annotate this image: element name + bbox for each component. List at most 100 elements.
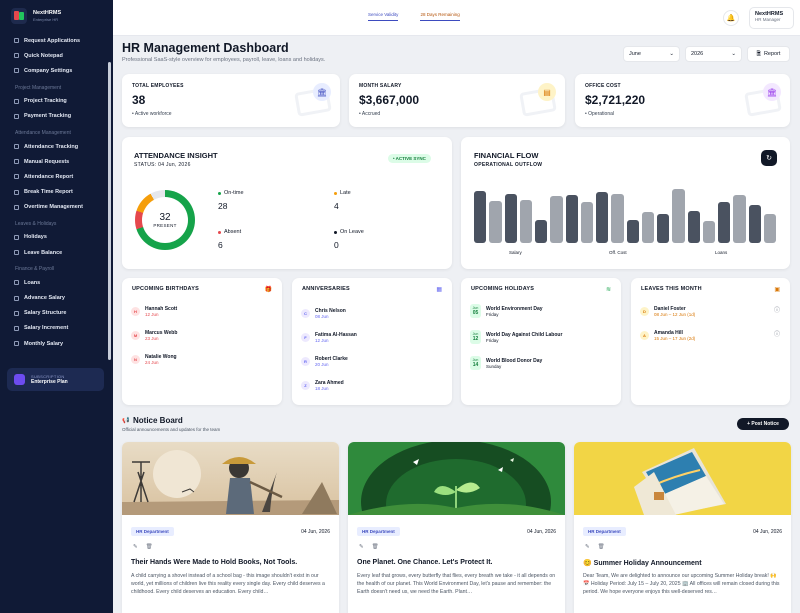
- notice-card[interactable]: HR Department 04 Jun, 2026 ✎ 🗑 Their Hand…: [122, 442, 339, 613]
- info-icon[interactable]: ⓘ: [774, 329, 780, 338]
- card-title: LEAVES THIS MONTH: [641, 286, 702, 292]
- kpi-label: TOTAL EMPLOYEES: [132, 83, 184, 89]
- stat-value: 6: [218, 240, 223, 250]
- list-item[interactable]: F Fatima Al-Hassan 12 Jun: [301, 326, 441, 348]
- sidebar-item-quick-notepad[interactable]: Quick Notepad: [0, 48, 108, 63]
- chart-bar: [474, 190, 487, 243]
- list-item[interactable]: Jun 12 World Day Against Child Labour Frida…: [470, 326, 610, 348]
- edit-icon[interactable]: ✎: [133, 544, 138, 550]
- holiday-name: World Blood Donor Day: [486, 357, 543, 364]
- chart-bar: [626, 219, 639, 243]
- notice-card[interactable]: HR Department 04 Jun, 2026 ✎ 🗑 😊 Summer H…: [574, 442, 791, 613]
- edit-icon[interactable]: ✎: [359, 544, 364, 550]
- notice-card[interactable]: HR Department 04 Jun, 2026 ✎ 🗑 One Planet…: [348, 442, 565, 613]
- list-item[interactable]: Z Zara Ahmed 18 Jun: [301, 374, 441, 396]
- list-item[interactable]: A Amanda Hill 15 Jun – 17 Jun (2d) ⓘ: [640, 324, 780, 346]
- list-item[interactable]: Jun 05 World Environment Day Friday: [470, 300, 610, 322]
- sidebar-item-salary-structure[interactable]: Salary Structure: [0, 306, 108, 321]
- chart-bar: [748, 205, 761, 243]
- list-item-name: Chris Nelson: [315, 307, 346, 314]
- report-label: Report: [763, 51, 781, 57]
- info-icon[interactable]: ⓘ: [774, 305, 780, 314]
- list-item[interactable]: M Marcus Webb 23 Jun: [131, 324, 271, 346]
- chart-subtitle: OPERATIONAL OUTFLOW: [474, 162, 543, 168]
- notice-image-child-labour: [122, 442, 339, 515]
- tab-days-remaining[interactable]: 28 Days Remaining: [420, 12, 460, 21]
- list-item[interactable]: D Daniel Foster 08 Jun – 12 Jun (1d) ⓘ: [640, 300, 780, 322]
- sidebar-item-label: Salary Structure: [24, 310, 67, 317]
- sidebar-item-attendance-tracking[interactable]: Attendance Tracking: [0, 139, 108, 154]
- holidays-card: UPCOMING HOLIDAYS ≋ Jun 05 World Environme…: [461, 278, 621, 405]
- list-item-text: Amanda Hill 15 Jun – 17 Jun (2d): [654, 330, 695, 341]
- user-role: HR Manager: [755, 17, 781, 22]
- plan-icon: [14, 374, 25, 385]
- sidebar-item-holidays[interactable]: Holidays: [0, 230, 108, 245]
- list-item[interactable]: R Robert Clarke 20 Jun: [301, 350, 441, 372]
- tab-service-validity[interactable]: Service Validity: [368, 12, 399, 21]
- sidebar-item-company-settings[interactable]: Company Settings: [0, 63, 108, 78]
- stat-on-time: On-time 28: [218, 190, 244, 211]
- calendar-icon: ▦: [436, 287, 442, 293]
- month-select[interactable]: June ⌄: [623, 46, 680, 62]
- status-dot: [334, 230, 337, 234]
- holiday-day: 05: [472, 310, 479, 316]
- edit-icon[interactable]: ✎: [585, 544, 590, 550]
- list-item[interactable]: C Chris Nelson 08 Jun: [301, 302, 441, 324]
- list-item[interactable]: N Natalie Wong 24 Jun: [131, 348, 271, 370]
- sidebar-item-overtime-management[interactable]: Overtime Management: [0, 200, 108, 215]
- post-notice-button[interactable]: + Post Notice: [737, 418, 789, 430]
- sidebar-item-break-time-report[interactable]: Break Time Report: [0, 185, 108, 200]
- notice-body: A child carrying a shovel instead of a s…: [131, 573, 325, 596]
- refresh-icon[interactable]: ↻: [761, 150, 777, 166]
- sidebar-item-attendance-report[interactable]: Attendance Report: [0, 169, 108, 184]
- list-item-date: 20 Jun: [315, 361, 329, 367]
- list-item-name: Zara Ahmed: [315, 379, 344, 386]
- sidebar-item-leave-balance[interactable]: Leave Balance: [0, 245, 108, 260]
- list-item-date: 15 Jun – 17 Jun (2d): [654, 335, 696, 341]
- sidebar-item-loans[interactable]: Loans: [0, 275, 108, 290]
- gift-icon: 🎁: [264, 287, 272, 293]
- subscription-plan[interactable]: SUBSCRIPTION Enterprise Plan: [7, 368, 104, 391]
- sidebar-item-manual-requests[interactable]: Manual Requests: [0, 154, 108, 169]
- department-badge: HR Department: [131, 527, 174, 536]
- notice-title: 😊 Summer Holiday Announcement: [583, 560, 702, 567]
- user-menu[interactable]: NextHRMS HR Manager: [749, 7, 794, 29]
- report-button[interactable]: 🗎 Report: [747, 46, 790, 62]
- list-item[interactable]: H Hannah Scott 12 Jun: [131, 300, 271, 322]
- birthdays-card: UPCOMING BIRTHDAYS 🎁 H Hannah Scott 12 Jun…: [122, 278, 282, 405]
- sidebar-item-label: Holidays: [24, 234, 47, 241]
- present-count: 32: [159, 212, 171, 223]
- department-badge: HR Department: [583, 527, 626, 536]
- menu-item-icon: [14, 295, 19, 301]
- chart-bar: [687, 211, 700, 243]
- sidebar: NextHRMS Enterprise HR Request Applicati…: [0, 0, 113, 613]
- kpi-office-cost: OFFICE COST $2,721,220 • Operational 🏛: [575, 74, 790, 127]
- list-item-text: Natalie Wong 24 Jun: [145, 354, 177, 365]
- stat-value: 4: [334, 201, 339, 211]
- sidebar-item-salary-increment[interactable]: Salary Increment: [0, 321, 108, 336]
- sidebar-item-monthly-salary[interactable]: Monthly Salary: [0, 336, 108, 351]
- notice-illustration: [348, 442, 565, 515]
- trash-icon[interactable]: 🗑: [598, 544, 605, 550]
- menu-item-icon: [14, 113, 19, 119]
- menu-item-icon: [14, 98, 19, 104]
- list-item-text: Fatima Al-Hassan 12 Jun: [315, 332, 357, 343]
- year-select[interactable]: 2026 ⌄: [685, 46, 742, 62]
- chart-bar: [519, 199, 532, 243]
- sidebar-item-advance-salary[interactable]: Advance Salary: [0, 290, 108, 305]
- sidebar-item-payment-tracking[interactable]: Payment Tracking: [0, 109, 108, 124]
- trash-icon[interactable]: 🗑: [372, 544, 379, 550]
- sidebar-item-project-tracking[interactable]: Project Tracking: [0, 94, 108, 109]
- sidebar-item-request-applications[interactable]: Request Applications: [0, 33, 108, 48]
- brand[interactable]: NextHRMS Enterprise HR: [11, 8, 61, 24]
- sidebar-nav: Request Applications Quick Notepad Company…: [0, 33, 108, 351]
- status-dot: [218, 230, 221, 234]
- brand-tagline: Enterprise HR: [33, 16, 59, 22]
- notice-title: Their Hands Were Made to Hold Books, Not…: [131, 559, 298, 566]
- kpi-value: $2,721,220: [585, 93, 646, 107]
- avatar: Z: [301, 380, 310, 390]
- notification-bell-icon[interactable]: 🔔: [723, 10, 739, 26]
- sidebar-scrollbar[interactable]: [108, 62, 111, 360]
- trash-icon[interactable]: 🗑: [146, 544, 153, 550]
- list-item[interactable]: Jun 14 World Blood Donor Day Sunday: [470, 352, 610, 374]
